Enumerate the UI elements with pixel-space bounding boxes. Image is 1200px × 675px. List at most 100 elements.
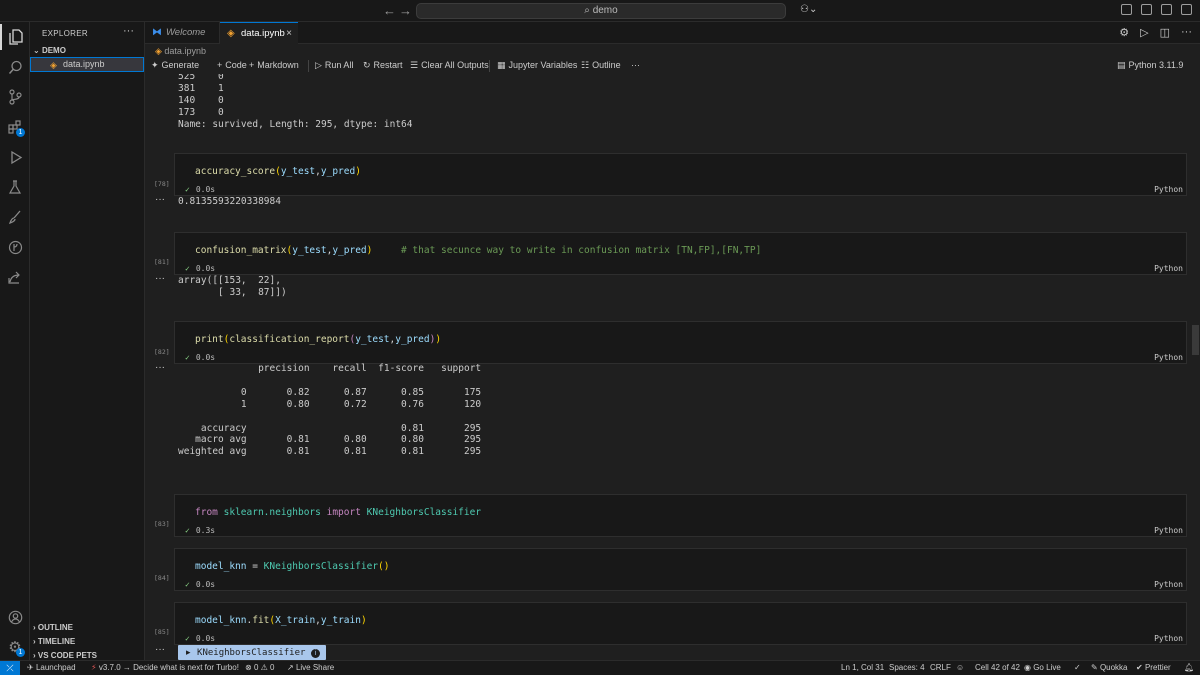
search-icon[interactable] (0, 54, 30, 80)
forward-arrow-icon[interactable]: → (399, 3, 412, 18)
go-live-item[interactable]: ◉ Go Live (1024, 663, 1061, 672)
testing-flask-icon[interactable] (0, 174, 30, 200)
jupyter-icon: ◈ (227, 28, 235, 39)
remote-icon[interactable]: ⤫ (0, 661, 20, 675)
live-share-item[interactable]: ↗ Live Share (287, 663, 334, 672)
split-editor-icon[interactable]: ◫ (1160, 26, 1170, 39)
cell-language[interactable]: Python (1154, 185, 1183, 194)
brush-icon[interactable] (0, 204, 30, 230)
run-icon[interactable]: ▷ (1140, 26, 1148, 39)
toggle-sidebar-icon[interactable] (1121, 4, 1132, 15)
cursor-position[interactable]: Ln 1, Col 31 (841, 663, 884, 672)
quokka-item[interactable]: ✎ Quokka (1091, 663, 1128, 672)
generate-button[interactable]: ✦ Generate (151, 60, 199, 71)
code-cell[interactable]: confusion_matrix(y_test,y_pred) # that s… (174, 232, 1187, 275)
extensions-icon[interactable]: 1 (0, 114, 30, 140)
add-markdown-button[interactable]: + Markdown (249, 60, 299, 70)
code-cell[interactable]: model_knn.fit(X_train,y_train) ✓ 0.0s Pyt… (174, 602, 1187, 645)
explorer-icon[interactable] (0, 24, 30, 50)
run-all-icon: ▷ (315, 60, 322, 70)
settings-gear-icon[interactable]: ⚙ (1119, 26, 1129, 39)
command-center-search[interactable]: ⌕ demo (416, 3, 786, 19)
restart-button[interactable]: ↻ Restart (363, 60, 403, 71)
code-cell[interactable]: print(classification_report(y_test,y_pre… (174, 321, 1187, 364)
jupyter-variables-button[interactable]: ▦ Jupyter Variables (497, 60, 577, 71)
notifications-bell-icon[interactable]: 🔔︎ (1184, 663, 1194, 672)
file-label: data.ipynb (63, 59, 105, 69)
launchpad-item[interactable]: ✈ Launchpad (27, 663, 76, 672)
estimator-output-badge[interactable]: ▸ KNeighborsClassifier i ? (178, 645, 326, 674)
live-share-icon[interactable] (0, 264, 30, 290)
cell-output: 525 0 381 1 140 0 173 0 Name: survived, … (178, 74, 413, 130)
tab-welcome[interactable]: ⧓ Welcome (145, 22, 220, 44)
more-actions-icon[interactable]: ··· (1181, 26, 1192, 39)
vscode-pets-section[interactable]: › VS CODE PETS (33, 651, 97, 660)
add-code-button[interactable]: + Code (217, 60, 247, 70)
cell-language[interactable]: Python (1154, 353, 1183, 362)
execution-count: [83] (154, 520, 170, 528)
indentation[interactable]: Spaces: 4 (889, 663, 925, 672)
execution-count: [78] (154, 180, 170, 188)
jupyter-icon: ◈ (155, 46, 165, 56)
tab-data-ipynb[interactable]: ◈ data.ipynb × (220, 22, 298, 45)
copilot-icon[interactable]: ⚇⌄ (800, 4, 817, 15)
cell-language[interactable]: Python (1154, 264, 1183, 273)
toggle-secondary-sidebar-icon[interactable] (1161, 4, 1172, 15)
timeline-section[interactable]: › TIMELINE (33, 637, 75, 646)
output-more-icon[interactable]: ··· (155, 194, 165, 205)
execution-count: [84] (154, 574, 170, 582)
more-actions-icon[interactable]: ··· (631, 60, 640, 70)
broadcast-icon: ◉ (1024, 663, 1034, 672)
output-more-icon[interactable]: ··· (155, 644, 165, 655)
file-data-ipynb[interactable]: ◈ data.ipynb (30, 57, 144, 72)
execution-count: [81] (154, 258, 170, 266)
problems-item[interactable]: ⊗ 0 ⚠ 0 (245, 663, 274, 672)
clear-outputs-button[interactable]: ☰ Clear All Outputs (410, 60, 489, 71)
notebook-editor: 525 0 381 1 140 0 173 0 Name: survived, … (145, 74, 1190, 660)
customize-layout-icon[interactable] (1181, 4, 1192, 15)
code-cell[interactable]: from sklearn.neighbors import KNeighbors… (174, 494, 1187, 537)
sparkle-icon: ✦ (151, 60, 159, 70)
output-more-icon[interactable]: ··· (155, 273, 165, 284)
scrollbar-thumb[interactable] (1192, 325, 1199, 355)
cell-language[interactable]: Python (1154, 526, 1183, 535)
execution-count: [82] (154, 348, 170, 356)
copilot-status-icon[interactable]: ☺ (956, 663, 964, 672)
search-text: demo (592, 5, 618, 16)
git-graph-icon[interactable] (0, 234, 30, 260)
cell-count[interactable]: Cell 42 of 42 (975, 663, 1020, 672)
accounts-icon[interactable] (0, 604, 30, 630)
vscode-icon: ⧓ (152, 27, 162, 38)
cell-status: ✓ 0.0s (185, 185, 216, 194)
prettier-item[interactable]: ✔ Prettier (1136, 663, 1171, 672)
check-icon: ✓ (185, 264, 190, 273)
code-cell[interactable]: model_knn = KNeighborsClassifier() ✓ 0.0s… (174, 548, 1187, 591)
quokka-check-icon[interactable]: ✓ (1074, 663, 1081, 672)
kernel-picker[interactable]: ▤ Python 3.11.9 (1117, 60, 1183, 71)
code-cell[interactable]: accuracy_score(y_test,y_pred) ✓ 0.0s Pyth… (174, 153, 1187, 196)
output-more-icon[interactable]: ··· (155, 362, 165, 373)
manage-gear-icon[interactable]: ⚙ 1 (0, 634, 30, 660)
turbo-item[interactable]: ⚡ v3.7.0 → Decide what is next for Turbo… (91, 663, 239, 672)
source-control-icon[interactable] (0, 84, 30, 110)
toggle-panel-icon[interactable] (1141, 4, 1152, 15)
run-debug-icon[interactable] (0, 144, 30, 170)
run-all-button[interactable]: ▷ Run All (315, 60, 353, 71)
extensions-badge: 1 (16, 128, 25, 137)
check-icon: ✓ (185, 185, 190, 194)
cell-status: ✓ 0.0s (185, 580, 216, 589)
folder-demo[interactable]: ⌄ DEMO (33, 46, 66, 55)
kernel-icon: ▤ (1117, 60, 1126, 70)
outline-button[interactable]: ☷ Outline (581, 60, 621, 71)
outline-section[interactable]: › OUTLINE (33, 623, 73, 632)
line-endings[interactable]: CRLF (930, 663, 951, 672)
back-arrow-icon[interactable]: ← (383, 3, 396, 18)
breadcrumb[interactable]: ◈ data.ipynb (145, 44, 206, 58)
cell-language[interactable]: Python (1154, 634, 1183, 643)
check-icon: ✓ (185, 353, 190, 362)
cell-language[interactable]: Python (1154, 580, 1183, 589)
close-icon[interactable]: × (286, 23, 292, 45)
info-icon[interactable]: i (310, 649, 320, 658)
more-actions-icon[interactable]: ··· (123, 25, 134, 37)
cell-status: ✓ 0.0s (185, 264, 216, 273)
